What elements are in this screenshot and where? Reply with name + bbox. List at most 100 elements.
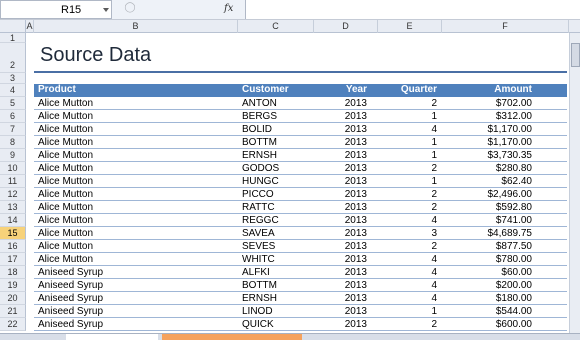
table-row[interactable]: Alice Mutton REGGC 2013 4 $741.00 (34, 214, 567, 227)
cell-amount[interactable]: $280.80 (496, 163, 532, 174)
cell-quarter[interactable]: 4 (431, 124, 437, 135)
cell-customer[interactable]: ANTON (242, 98, 277, 109)
table-row[interactable]: Alice Mutton GODOS 2013 2 $280.80 (34, 162, 567, 175)
cell-product[interactable]: Alice Mutton (38, 189, 93, 200)
cell-quarter[interactable]: 1 (431, 150, 437, 161)
row-header-22[interactable]: 22 (0, 318, 26, 331)
cell-amount[interactable]: $3,730.35 (488, 150, 533, 161)
row-header-14[interactable]: 14 (0, 214, 26, 227)
row-header-10[interactable]: 10 (0, 162, 26, 175)
cell-year[interactable]: 2013 (345, 98, 367, 109)
cell-year[interactable]: 2013 (345, 163, 367, 174)
cell-amount[interactable]: $2,496.00 (488, 189, 533, 200)
cell-quarter[interactable]: 2 (431, 241, 437, 252)
cell-quarter[interactable]: 4 (431, 267, 437, 278)
header-year[interactable]: Year (346, 84, 367, 95)
table-row[interactable]: Alice Mutton BOLID 2013 4 $1,170.00 (34, 123, 567, 136)
cell-customer[interactable]: ALFKI (242, 267, 270, 278)
sheet-tab-orange[interactable] (162, 334, 302, 340)
cell-amount[interactable]: $877.50 (496, 241, 532, 252)
cell-customer[interactable]: REGGC (242, 215, 279, 226)
table-row[interactable]: Aniseed Syrup ALFKI 2013 4 $60.00 (34, 266, 567, 279)
cell-amount[interactable]: $1,170.00 (488, 137, 533, 148)
cell-customer[interactable]: BOLID (242, 124, 272, 135)
cell-customer[interactable]: ERNSH (242, 293, 277, 304)
cell-quarter[interactable]: 2 (431, 98, 437, 109)
cell-year[interactable]: 2013 (345, 319, 367, 330)
column-header-d[interactable]: D (314, 20, 378, 33)
cell-product[interactable]: Alice Mutton (38, 137, 93, 148)
cell-year[interactable]: 2013 (345, 215, 367, 226)
cell-quarter[interactable]: 4 (431, 293, 437, 304)
cell-product[interactable]: Aniseed Syrup (38, 319, 103, 330)
chevron-down-icon[interactable] (103, 8, 109, 12)
table-row[interactable]: Alice Mutton RATTC 2013 2 $592.80 (34, 201, 567, 214)
header-quarter[interactable]: Quarter (401, 84, 437, 95)
insert-function-icon[interactable]: fx (224, 3, 233, 14)
row-header-21[interactable]: 21 (0, 305, 26, 318)
cell-amount[interactable]: $600.00 (496, 319, 532, 330)
column-header-a[interactable]: A (26, 20, 34, 33)
table-row[interactable]: Aniseed Syrup ERNSH 2013 4 $180.00 (34, 292, 567, 305)
row-header-3[interactable]: 3 (0, 73, 26, 84)
cell-year[interactable]: 2013 (345, 124, 367, 135)
cell-quarter[interactable]: 3 (431, 228, 437, 239)
cell-quarter[interactable]: 1 (431, 306, 437, 317)
cell-quarter[interactable]: 4 (431, 254, 437, 265)
cell-quarter[interactable]: 2 (431, 189, 437, 200)
row-header-20[interactable]: 20 (0, 292, 26, 305)
cell-quarter[interactable]: 1 (431, 111, 437, 122)
cell-year[interactable]: 2013 (345, 137, 367, 148)
cell-amount[interactable]: $200.00 (496, 280, 532, 291)
row-header-15[interactable]: 15 (0, 227, 26, 240)
cell-customer[interactable]: WHITC (242, 254, 275, 265)
cell-quarter[interactable]: 1 (431, 137, 437, 148)
table-row[interactable]: Aniseed Syrup QUICK 2013 2 $600.00 (34, 318, 567, 331)
table-row[interactable]: Alice Mutton PICCO 2013 2 $2,496.00 (34, 188, 567, 201)
header-customer[interactable]: Customer (242, 84, 289, 95)
cell-year[interactable]: 2013 (345, 176, 367, 187)
cell-product[interactable]: Alice Mutton (38, 215, 93, 226)
formula-input[interactable] (245, 0, 580, 19)
table-row[interactable]: Alice Mutton ANTON 2013 2 $702.00 (34, 97, 567, 110)
cell-product[interactable]: Alice Mutton (38, 98, 93, 109)
table-row[interactable]: Alice Mutton WHITC 2013 4 $780.00 (34, 253, 567, 266)
cell-product[interactable]: Aniseed Syrup (38, 306, 103, 317)
table-row[interactable]: Alice Mutton SEVES 2013 2 $877.50 (34, 240, 567, 253)
cell-product[interactable]: Aniseed Syrup (38, 267, 103, 278)
cell-amount[interactable]: $62.40 (501, 176, 532, 187)
name-box[interactable]: R15 (0, 0, 112, 19)
row-header-4[interactable]: 4 (0, 84, 26, 97)
cell-amount[interactable]: $702.00 (496, 98, 532, 109)
row-header-11[interactable]: 11 (0, 175, 26, 188)
select-all-corner[interactable] (0, 20, 26, 33)
cell-year[interactable]: 2013 (345, 254, 367, 265)
row-header-12[interactable]: 12 (0, 188, 26, 201)
cell-customer[interactable]: LINOD (242, 306, 273, 317)
cell-product[interactable]: Alice Mutton (38, 202, 93, 213)
row-header-2[interactable]: 2 (0, 43, 26, 73)
cell-year[interactable]: 2013 (345, 189, 367, 200)
row-header-19[interactable]: 19 (0, 279, 26, 292)
cell-quarter[interactable]: 1 (431, 176, 437, 187)
cell-product[interactable]: Aniseed Syrup (38, 280, 103, 291)
column-header-b[interactable]: B (34, 20, 238, 33)
cell-customer[interactable]: BOTTM (242, 137, 277, 148)
cell-quarter[interactable]: 2 (431, 319, 437, 330)
table-row[interactable]: Aniseed Syrup BOTTM 2013 4 $200.00 (34, 279, 567, 292)
cell-customer[interactable]: RATTC (242, 202, 275, 213)
row-header-6[interactable]: 6 (0, 110, 26, 123)
row-header-7[interactable]: 7 (0, 123, 26, 136)
header-product[interactable]: Product (38, 84, 76, 95)
cell-product[interactable]: Alice Mutton (38, 228, 93, 239)
row-header-5[interactable]: 5 (0, 97, 26, 110)
cell-amount[interactable]: $1,170.00 (488, 124, 533, 135)
cell-customer[interactable]: HUNGC (242, 176, 279, 187)
cell-product[interactable]: Alice Mutton (38, 163, 93, 174)
cell-year[interactable]: 2013 (345, 241, 367, 252)
cell-quarter[interactable]: 4 (431, 280, 437, 291)
cell-customer[interactable]: SAVEA (242, 228, 275, 239)
table-row[interactable]: Alice Mutton BOTTM 2013 1 $1,170.00 (34, 136, 567, 149)
column-header-f[interactable]: F (442, 20, 569, 33)
cell-year[interactable]: 2013 (345, 111, 367, 122)
